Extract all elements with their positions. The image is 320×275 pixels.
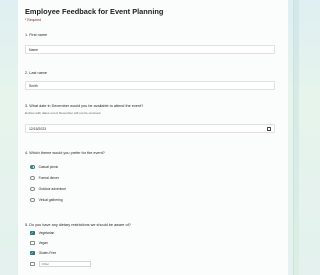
question-last-name: 2. Last name	[25, 71, 281, 76]
radio-option[interactable]: Virtual gathering	[30, 197, 63, 203]
required-note: * Required	[25, 18, 42, 22]
radio-option[interactable]: Outdoor adventure	[30, 186, 66, 192]
form-card: Employee Feedback for Event Planning * R…	[18, 0, 288, 275]
question-title: 3. What date in December would you be av…	[25, 104, 144, 108]
question-dietary: 5. Do you have any dietary restrictions …	[25, 223, 281, 228]
radio-icon[interactable]	[30, 175, 35, 181]
date-input[interactable]: 12/15/2023	[25, 124, 275, 133]
checkbox-icon[interactable]	[30, 240, 35, 246]
page-edge	[293, 0, 299, 275]
question-title: 4. Which theme would you prefer for the …	[25, 151, 105, 155]
checkbox-checked-icon[interactable]: ✓	[30, 230, 35, 236]
question-title: 1. First name	[25, 33, 48, 37]
checkbox-icon[interactable]	[30, 261, 35, 267]
checkbox-option-other[interactable]: Other	[30, 261, 91, 267]
checkbox-option[interactable]: Vegan	[30, 240, 48, 246]
option-label: Outdoor adventure	[38, 187, 67, 191]
option-label: Vegetarian	[38, 231, 55, 235]
calendar-icon[interactable]	[267, 126, 271, 131]
question-theme: 4. Which theme would you prefer for the …	[25, 151, 281, 156]
option-label: Vegan	[38, 241, 48, 245]
checkbox-checked-icon[interactable]: ✓	[30, 250, 35, 256]
option-label: Formal dinner	[38, 176, 59, 180]
radio-icon[interactable]	[30, 186, 35, 192]
form-title: Employee Feedback for Event Planning	[25, 7, 164, 16]
radio-icon[interactable]	[30, 197, 35, 203]
option-label: Virtual gathering	[38, 198, 63, 202]
question-subtitle: Entries with dates out of December will …	[25, 111, 102, 115]
option-label: Gluten-Free	[38, 251, 57, 255]
last-name-input[interactable]: Smith	[25, 81, 275, 90]
radio-selected-icon[interactable]	[30, 164, 35, 170]
question-date: 3. What date in December would you be av…	[25, 104, 281, 115]
date-value: 12/15/2023	[29, 126, 46, 131]
other-input[interactable]: Other	[38, 261, 91, 267]
radio-option[interactable]: Casual picnic	[30, 164, 58, 170]
radio-option[interactable]: Formal dinner	[30, 175, 59, 181]
question-first-name: 1. First name	[25, 33, 281, 38]
first-name-input[interactable]: Name	[25, 45, 275, 54]
checkbox-option[interactable]: ✓ Gluten-Free	[30, 250, 56, 256]
checkbox-option[interactable]: ✓ Vegetarian	[30, 230, 54, 236]
option-label: Casual picnic	[38, 165, 59, 169]
question-title: 2. Last name	[25, 71, 47, 75]
question-title: 5. Do you have any dietary restrictions …	[25, 223, 131, 227]
